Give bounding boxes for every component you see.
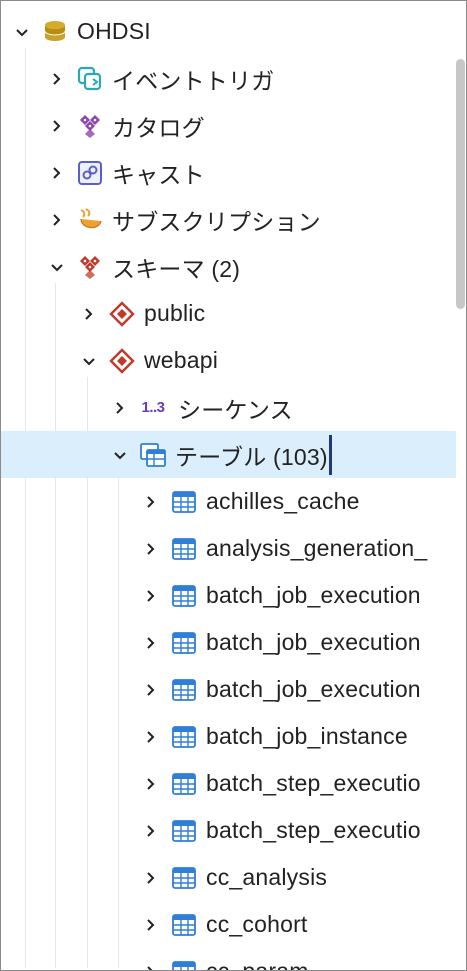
chevron-right-icon[interactable]	[137, 572, 165, 619]
schema-icon	[109, 347, 135, 374]
table-icon	[171, 818, 197, 844]
event-trigger-icon	[77, 66, 103, 92]
tree-node-table[interactable]: batch_step_executio	[1, 807, 456, 854]
chevron-down-icon[interactable]	[106, 431, 134, 478]
subscription-icon	[77, 207, 103, 233]
chevron-right-icon[interactable]	[137, 478, 165, 525]
tree-node-table[interactable]: analysis_generation_	[1, 525, 456, 572]
chevron-right-icon[interactable]	[75, 290, 103, 337]
tree-node-table[interactable]: achilles_cache	[1, 478, 456, 525]
chevron-right-icon[interactable]	[137, 619, 165, 666]
table-icon	[171, 865, 197, 891]
tree-node-label: public	[144, 300, 206, 326]
tree-node-label: スキーマ (2)	[112, 255, 241, 282]
tree-node-label: batch_job_execution	[206, 582, 421, 608]
chevron-right-icon[interactable]	[137, 713, 165, 760]
tree-node-label: テーブル (103)	[175, 443, 328, 470]
tree-node-label: webapi	[144, 347, 219, 373]
tree-node-table[interactable]: cc_analysis	[1, 854, 456, 901]
tree-node-table[interactable]: batch_job_execution	[1, 619, 456, 666]
tree-node-label: analysis_generation_	[206, 535, 428, 561]
tree-node-tables[interactable]: テーブル (103)	[1, 431, 456, 478]
tree-node-table[interactable]: batch_job_execution	[1, 666, 456, 713]
object-explorer-tree: OHDSI イベントトリガ カタログ キャスト サブスクリプション スキーマ (…	[0, 0, 467, 971]
chevron-right-icon[interactable]	[43, 102, 71, 149]
tree-node-event-triggers[interactable]: イベントトリガ	[1, 55, 456, 102]
chevron-down-icon[interactable]	[75, 337, 103, 384]
tree-node-label: cc_param	[206, 958, 309, 971]
tree-node-table[interactable]: batch_job_instance	[1, 713, 456, 760]
tree-node-table[interactable]: cc_cohort	[1, 901, 456, 948]
schemas-icon	[77, 254, 103, 280]
tree-node-label: batch_job_execution	[206, 629, 421, 655]
table-icon	[171, 583, 197, 609]
chevron-down-icon[interactable]	[8, 8, 36, 55]
tree-node-label: cc_analysis	[206, 864, 328, 890]
tree-node-schema-webapi[interactable]: webapi	[1, 337, 456, 384]
tree-node-table[interactable]: cc_param	[1, 948, 456, 971]
table-icon	[171, 959, 197, 970]
tree-node-casts[interactable]: キャスト	[1, 149, 456, 196]
tree-node-label: キャスト	[112, 161, 205, 188]
tree-node-label: OHDSI	[77, 18, 151, 44]
tree-node-table[interactable]: batch_step_executio	[1, 760, 456, 807]
tree-node-label: batch_job_execution	[206, 676, 421, 702]
chevron-right-icon[interactable]	[137, 854, 165, 901]
chevron-right-icon[interactable]	[137, 666, 165, 713]
sequence-icon-text: 1..3	[141, 399, 165, 416]
table-icon	[171, 771, 197, 797]
tree-node-catalogs[interactable]: カタログ	[1, 102, 456, 149]
table-icon	[171, 630, 197, 656]
chevron-right-icon[interactable]	[43, 55, 71, 102]
chevron-right-icon[interactable]	[137, 525, 165, 572]
text-cursor	[328, 434, 332, 475]
tree-node-schema-public[interactable]: public	[1, 290, 456, 337]
table-icon	[171, 677, 197, 703]
chevron-right-icon[interactable]	[43, 196, 71, 243]
scrollbar-thumb[interactable]	[456, 59, 465, 309]
tree-node-label: イベントトリガ	[112, 67, 275, 94]
tree-node-label: シーケンス	[178, 396, 293, 423]
catalog-icon	[77, 113, 103, 139]
tree-node-schemas[interactable]: スキーマ (2)	[1, 243, 456, 290]
sequence-icon: 1..3	[136, 395, 170, 421]
database-icon	[42, 19, 68, 45]
chevron-right-icon[interactable]	[137, 901, 165, 948]
table-icon	[171, 536, 197, 562]
tree-node-label: batch_job_instance	[206, 723, 408, 749]
table-icon	[171, 912, 197, 938]
tree-node-ohdsi[interactable]: OHDSI	[1, 8, 456, 55]
tree-node-table[interactable]: batch_job_execution	[1, 572, 456, 619]
tree-node-subscriptions[interactable]: サブスクリプション	[1, 196, 456, 243]
tree-node-sequences[interactable]: 1..3 シーケンス	[1, 384, 456, 431]
chevron-right-icon[interactable]	[106, 384, 134, 431]
chevron-down-icon[interactable]	[43, 243, 71, 290]
chevron-right-icon[interactable]	[137, 948, 165, 970]
tree-node-label: batch_step_executio	[206, 770, 421, 796]
tree-node-label: サブスクリプション	[112, 208, 321, 235]
schema-icon	[109, 300, 135, 327]
tree-node-label: achilles_cache	[206, 488, 360, 514]
tree-node-label: batch_step_executio	[206, 817, 421, 843]
table-icon	[171, 724, 197, 750]
chevron-right-icon[interactable]	[43, 149, 71, 196]
tables-icon	[140, 442, 166, 468]
tree-node-label: cc_cohort	[206, 911, 308, 937]
cast-icon	[77, 160, 103, 186]
chevron-right-icon[interactable]	[137, 760, 165, 807]
chevron-right-icon[interactable]	[137, 807, 165, 854]
table-icon	[171, 489, 197, 515]
tree-node-label: カタログ	[112, 114, 205, 141]
